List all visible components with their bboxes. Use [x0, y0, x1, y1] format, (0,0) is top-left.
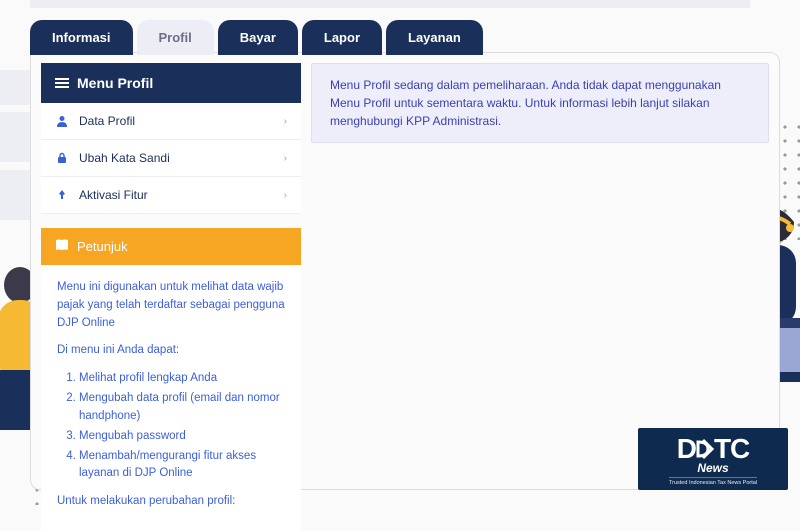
petunjuk-intro: Menu ini digunakan untuk melihat data wa… — [57, 279, 285, 332]
logo-sub: News — [697, 461, 728, 475]
ddtc-news-logo: D TC News Trusted Indonesian Tax News Po… — [638, 428, 788, 490]
decor-top-bar — [30, 0, 750, 8]
chevron-right-icon: › — [284, 116, 287, 127]
tab-profil[interactable]: Profil — [137, 20, 214, 55]
petunjuk-lead: Di menu ini Anda dapat: — [57, 342, 285, 360]
petunjuk-body: Menu ini digunakan untuk melihat data wa… — [41, 265, 301, 531]
menu-item-ubah-kata-sandi[interactable]: Ubah Kata Sandi › — [41, 140, 301, 177]
main-panel: Menu Profil Data Profil › Ubah Kata Sand… — [30, 52, 780, 490]
sidebar: Menu Profil Data Profil › Ubah Kata Sand… — [41, 63, 301, 479]
petunjuk-list-item: Mengubah password — [79, 428, 285, 446]
petunjuk-list-item: Menambah/mengurangi fitur akses layanan … — [79, 448, 285, 484]
menu-item-aktivasi-fitur[interactable]: Aktivasi Fitur › — [41, 177, 301, 214]
menu-profil-header: Menu Profil — [41, 63, 301, 103]
petunjuk-list: Melihat profil lengkap Anda Mengubah dat… — [79, 370, 285, 483]
petunjuk-header: Petunjuk — [41, 228, 301, 265]
chevron-right-icon: › — [284, 153, 287, 164]
petunjuk-list-item: Melihat profil lengkap Anda — [79, 370, 285, 388]
petunjuk-outro: Untuk melakukan perubahan profil: — [57, 493, 285, 511]
person-icon — [55, 115, 69, 127]
book-icon — [55, 239, 69, 254]
hamburger-icon — [55, 76, 69, 90]
menu-profil-title: Menu Profil — [77, 75, 153, 91]
logo-tagline: Trusted Indonesian Tax News Portal — [669, 477, 757, 486]
maintenance-notice: Menu Profil sedang dalam pemeliharaan. A… — [311, 63, 769, 143]
content-area: Menu Profil sedang dalam pemeliharaan. A… — [311, 63, 769, 479]
lock-icon — [55, 152, 69, 164]
menu-item-label: Ubah Kata Sandi — [79, 151, 170, 165]
chevron-right-icon: › — [284, 190, 287, 201]
tab-layanan[interactable]: Layanan — [386, 20, 483, 55]
tab-informasi[interactable]: Informasi — [30, 20, 133, 55]
menu-item-data-profil[interactable]: Data Profil › — [41, 103, 301, 140]
petunjuk-title: Petunjuk — [77, 239, 128, 254]
petunjuk-list-item: Mengubah data profil (email dan nomor ha… — [79, 390, 285, 426]
menu-item-label: Data Profil — [79, 114, 135, 128]
tab-bayar[interactable]: Bayar — [218, 20, 298, 55]
tab-lapor[interactable]: Lapor — [302, 20, 382, 55]
tab-strip: Informasi Profil Bayar Lapor Layanan — [30, 20, 487, 55]
pin-icon — [55, 189, 69, 201]
menu-item-label: Aktivasi Fitur — [79, 188, 148, 202]
